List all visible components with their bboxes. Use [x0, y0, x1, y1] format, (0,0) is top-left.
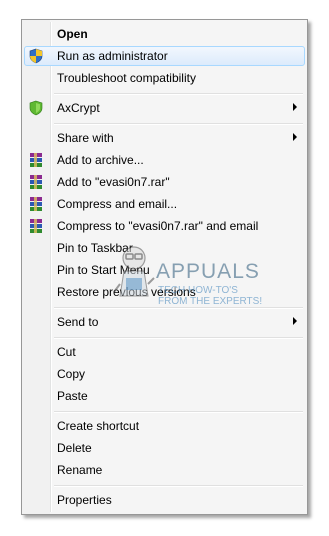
- watermark-subtitle: TECH HOW-TO'S FROM THE EXPERTS!: [158, 285, 263, 307]
- menu-item-label: Troubleshoot compatibility: [57, 71, 196, 85]
- appuals-watermark: APPUALS TECH HOW-TO'S FROM THE EXPERTS!: [112, 238, 262, 318]
- menu-separator: [54, 485, 303, 487]
- menu-item-label: Create shortcut: [57, 419, 140, 433]
- axcrypt-shield-icon: [29, 100, 43, 116]
- menu-item-label: Paste: [57, 389, 88, 403]
- menu-item-label: Rename: [57, 463, 103, 477]
- menu-item-delete[interactable]: Delete: [24, 438, 305, 458]
- submenu-arrow-icon: [293, 317, 297, 325]
- menu-item-label: Send to: [57, 315, 99, 329]
- menu-item-paste[interactable]: Paste: [24, 386, 305, 406]
- menu-item-compress-and-email[interactable]: Compress and email...: [24, 194, 305, 214]
- menu-item-label: Compress and email...: [57, 197, 178, 211]
- menu-separator: [54, 411, 303, 413]
- menu-item-troubleshoot-compatibility[interactable]: Troubleshoot compatibility: [24, 68, 305, 88]
- menu-item-label: Copy: [57, 367, 86, 381]
- menu-item-label: Cut: [57, 345, 76, 359]
- menu-item-label: Properties: [57, 493, 112, 507]
- menu-item-properties[interactable]: Properties: [24, 490, 305, 510]
- menu-item-label: AxCrypt: [57, 101, 100, 115]
- menu-item-label: Run as administrator: [57, 49, 168, 63]
- uac-shield-icon: [29, 48, 43, 64]
- menu-item-run-as-administrator[interactable]: Run as administrator: [24, 46, 305, 66]
- menu-item-label: Add to "evasi0n7.rar": [57, 175, 170, 189]
- menu-item-add-to-archive[interactable]: Add to archive...: [24, 150, 305, 170]
- menu-item-label: Add to archive...: [57, 153, 144, 167]
- menu-separator: [54, 337, 303, 339]
- menu-item-open[interactable]: Open: [24, 24, 305, 44]
- submenu-arrow-icon: [293, 133, 297, 141]
- menu-item-label: Delete: [57, 441, 92, 455]
- menu-item-create-shortcut[interactable]: Create shortcut: [24, 416, 305, 436]
- menu-item-cut[interactable]: Cut: [24, 342, 305, 362]
- menu-item-label: Share with: [57, 131, 114, 145]
- menu-item-label: Open: [57, 27, 88, 41]
- menu-item-rename[interactable]: Rename: [24, 460, 305, 480]
- winrar-icon: [30, 219, 42, 233]
- menu-item-copy[interactable]: Copy: [24, 364, 305, 384]
- appuals-mascot-logo: [113, 246, 155, 297]
- menu-item-share-with[interactable]: Share with: [24, 128, 305, 148]
- menu-item-compress-to-rar-and-email[interactable]: Compress to "evasi0n7.rar" and email: [24, 216, 305, 236]
- watermark-title: APPUALS: [156, 260, 260, 283]
- winrar-icon: [30, 175, 42, 189]
- winrar-icon: [30, 153, 42, 167]
- menu-item-add-to-rar[interactable]: Add to "evasi0n7.rar": [24, 172, 305, 192]
- submenu-arrow-icon: [293, 103, 297, 111]
- menu-item-axcrypt[interactable]: AxCrypt: [24, 98, 305, 118]
- menu-separator: [54, 93, 303, 95]
- winrar-icon: [30, 197, 42, 211]
- menu-item-label: Compress to "evasi0n7.rar" and email: [57, 219, 259, 233]
- menu-separator: [54, 123, 303, 125]
